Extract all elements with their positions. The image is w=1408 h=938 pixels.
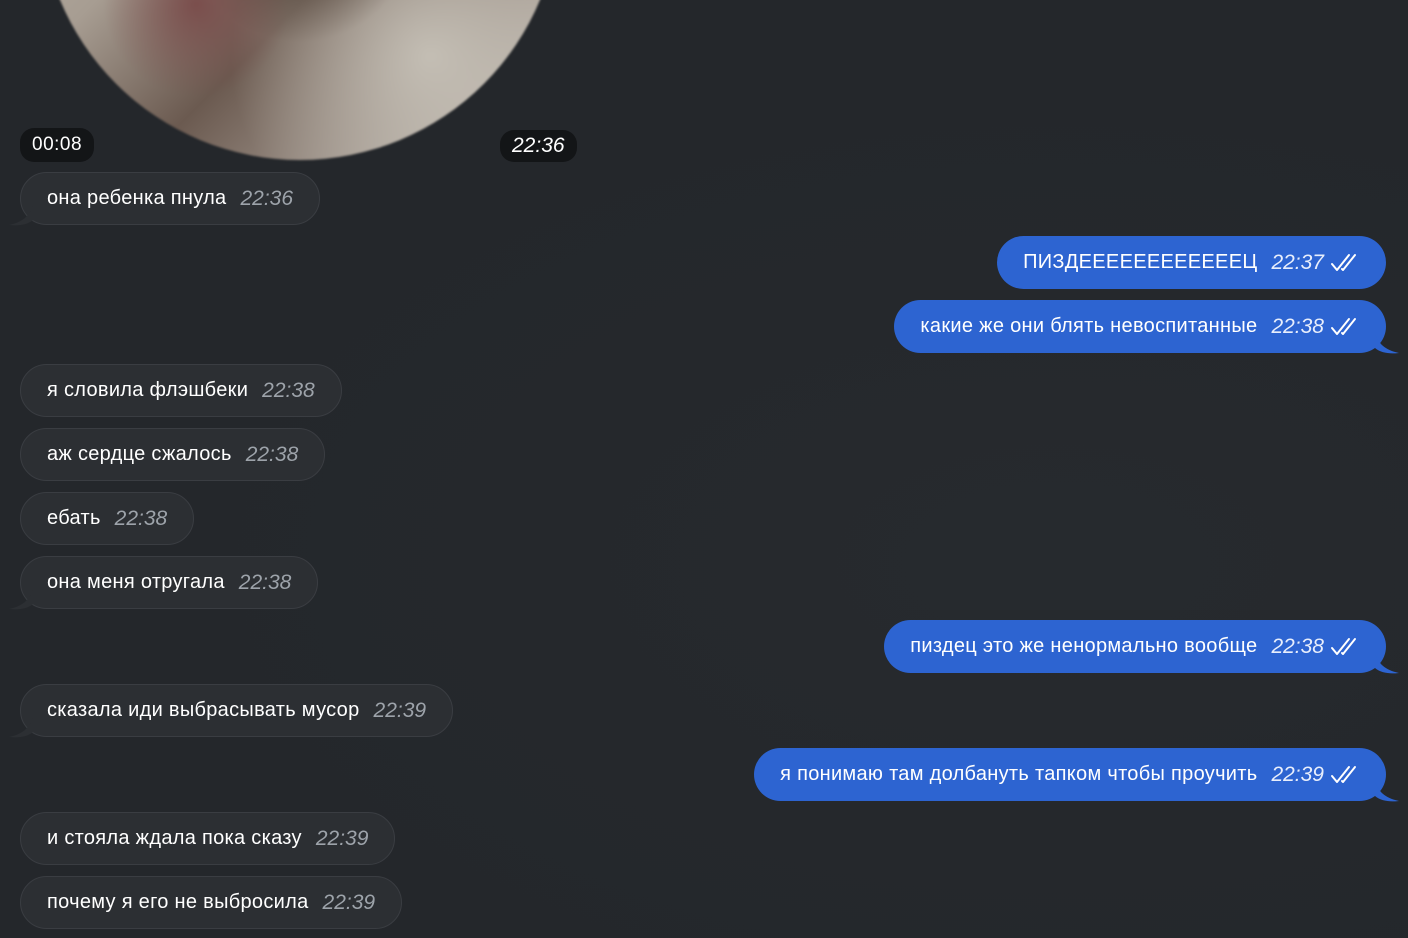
message-text: почему я его не выбросила xyxy=(47,891,309,913)
message-time: 22:38 xyxy=(114,506,168,530)
double-check-icon xyxy=(1331,765,1356,783)
outgoing-message[interactable]: какие же они блять невоспитанные 22:38 xyxy=(894,300,1386,353)
message-text: она меня отругала xyxy=(47,571,225,593)
message-time: 22:38 xyxy=(1271,314,1324,338)
message-time: 22:38 xyxy=(245,442,299,466)
message-text: я словила флэшбеки xyxy=(47,379,249,401)
message-text: пиздец это же ненормально вообще xyxy=(910,635,1258,657)
incoming-message[interactable]: и стояла ждала пока сказу 22:39 xyxy=(20,812,396,865)
bubble-tail xyxy=(9,206,33,226)
video-message-thumbnail[interactable] xyxy=(40,0,560,160)
bubble-tail xyxy=(9,590,33,610)
message-time: 22:39 xyxy=(315,826,369,850)
incoming-message[interactable]: почему я его не выбросила 22:39 xyxy=(20,876,403,929)
message-time: 22:39 xyxy=(373,698,427,722)
double-check-icon xyxy=(1331,253,1356,271)
message-text: я понимаю там долбануть тапком чтобы про… xyxy=(780,763,1258,785)
message-time: 22:38 xyxy=(238,570,292,594)
message-text: аж сердце сжалось xyxy=(47,443,232,465)
bubble-tail xyxy=(1375,654,1399,674)
incoming-message[interactable]: аж сердце сжалось 22:38 xyxy=(20,428,326,481)
incoming-message[interactable]: сказала иди выбрасывать мусор 22:39 xyxy=(20,684,454,737)
message-time: 22:37 xyxy=(1271,250,1324,274)
incoming-message[interactable]: она ребенка пнула 22:36 xyxy=(20,172,321,225)
message-text: и стояла ждала пока сказу xyxy=(47,827,302,849)
chat-view: 00:08 22:36 она ребенка пнула 22:36 ПИЗДЕЕ… xyxy=(0,0,1408,938)
message-text: ебать xyxy=(47,507,101,529)
outgoing-message[interactable]: пиздец это же ненормально вообще 22:38 xyxy=(884,620,1386,673)
incoming-message[interactable]: я словила флэшбеки 22:38 xyxy=(20,364,342,417)
message-text: какие же они блять невоспитанные xyxy=(920,315,1258,337)
message-text: сказала иди выбрасывать мусор xyxy=(47,699,360,721)
bubble-tail xyxy=(1375,782,1399,802)
video-duration-badge: 00:08 xyxy=(20,128,95,162)
bubble-tail xyxy=(1375,334,1399,354)
bubble-tail xyxy=(9,718,33,738)
message-time: 22:36 xyxy=(240,186,294,210)
message-text: она ребенка пнула xyxy=(47,187,227,209)
outgoing-message[interactable]: я понимаю там долбануть тапком чтобы про… xyxy=(754,748,1386,801)
message-time: 22:38 xyxy=(262,378,315,402)
message-time: 22:38 xyxy=(1271,634,1324,658)
incoming-message[interactable]: ебать 22:38 xyxy=(20,492,195,545)
message-time: 22:39 xyxy=(322,890,376,914)
double-check-icon xyxy=(1331,637,1356,655)
outgoing-message[interactable]: ПИЗДЕЕЕЕЕЕЕЕЕЕЕЕЦ 22:37 xyxy=(997,236,1386,289)
incoming-message[interactable]: она меня отругала 22:38 xyxy=(20,556,319,609)
message-time: 22:39 xyxy=(1271,762,1324,786)
video-time-badge: 22:36 xyxy=(500,130,577,162)
double-check-icon xyxy=(1331,317,1356,335)
message-text: ПИЗДЕЕЕЕЕЕЕЕЕЕЕЕЦ xyxy=(1023,251,1258,273)
